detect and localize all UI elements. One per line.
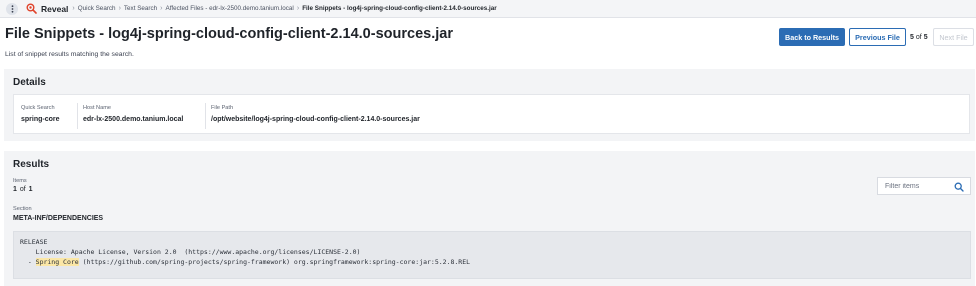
vertical-dots-icon[interactable] — [6, 2, 18, 15]
back-to-results-button[interactable]: Back to Results — [779, 28, 845, 46]
snippet-line-prefix: - — [20, 258, 36, 266]
field-quick-search: Quick Search spring-core — [21, 105, 60, 123]
items-of: of — [19, 186, 26, 193]
page-subtitle: List of snippet results matching the sea… — [5, 51, 134, 58]
breadcrumb-text-search[interactable]: Text Search — [124, 5, 157, 12]
code-snippet: RELEASE License: Apache License, Version… — [13, 231, 971, 279]
previous-file-button[interactable]: Previous File — [849, 28, 906, 46]
field-value: /opt/website/log4j-spring-cloud-config-c… — [211, 116, 420, 123]
page-title: File Snippets - log4j-spring-cloud-confi… — [5, 26, 453, 42]
field-label: Host Name — [83, 105, 111, 111]
details-card: Details Quick Search spring-core Host Na… — [4, 69, 975, 141]
filter-items[interactable] — [877, 177, 971, 195]
breadcrumb-quick-search[interactable]: Quick Search — [78, 5, 116, 12]
section-value: META-INF/DEPENDENCIES — [13, 215, 104, 222]
field-divider — [205, 103, 206, 129]
field-divider — [77, 103, 78, 129]
breadcrumb-separator: › — [296, 5, 300, 12]
top-breadcrumb-bar: Reveal › Quick Search › Text Search › Af… — [0, 0, 976, 18]
field-value: edr-lx-2500.demo.tanium.local — [83, 116, 184, 123]
details-fields: Quick Search spring-core Host Name edr-l… — [13, 94, 970, 134]
app-name[interactable]: Reveal — [41, 4, 68, 14]
field-value: spring-core — [21, 116, 60, 123]
breadcrumb-separator: › — [118, 5, 121, 12]
breadcrumb-file-snippets: File Snippets - log4j-spring-cloud-confi… — [302, 5, 497, 12]
field-file-path: File Path /opt/website/log4j-spring-clou… — [211, 105, 420, 123]
field-label: Quick Search — [21, 105, 55, 111]
filter-items-input[interactable] — [885, 182, 951, 190]
field-label: File Path — [211, 105, 234, 111]
next-file-button[interactable]: Next File — [933, 28, 974, 46]
items-total: 1 — [28, 186, 33, 193]
field-host-name: Host Name edr-lx-2500.demo.tanium.local — [83, 105, 183, 123]
section-label: Section — [13, 206, 32, 212]
file-pager: 5 of 5 — [910, 28, 928, 46]
pager-of: of — [915, 33, 922, 41]
breadcrumb-separator: › — [72, 5, 75, 12]
snippet-line: RELEASE — [20, 238, 48, 246]
results-card: Results Items 1 of 1 Section META-INF/DE… — [4, 151, 975, 286]
pager-current: 5 — [910, 33, 914, 41]
search-icon[interactable] — [954, 182, 964, 194]
results-title: Results — [13, 159, 50, 170]
items-label: Items — [13, 178, 27, 184]
snippet-line: License: Apache License, Version 2.0 (ht… — [20, 248, 361, 256]
items-count: 1 of 1 — [13, 186, 33, 193]
details-title: Details — [13, 77, 46, 88]
breadcrumb-affected-files[interactable]: Affected Files - edr-lx-2500.demo.tanium… — [166, 5, 294, 12]
pager-total: 5 — [923, 33, 928, 41]
snippet-highlight: Spring Core — [35, 258, 79, 266]
breadcrumb-separator: › — [160, 5, 163, 12]
items-current: 1 — [13, 186, 17, 193]
magnifier-reveal-icon — [25, 3, 37, 15]
snippet-line-suffix: (https://github.com/spring-projects/spri… — [78, 258, 471, 266]
